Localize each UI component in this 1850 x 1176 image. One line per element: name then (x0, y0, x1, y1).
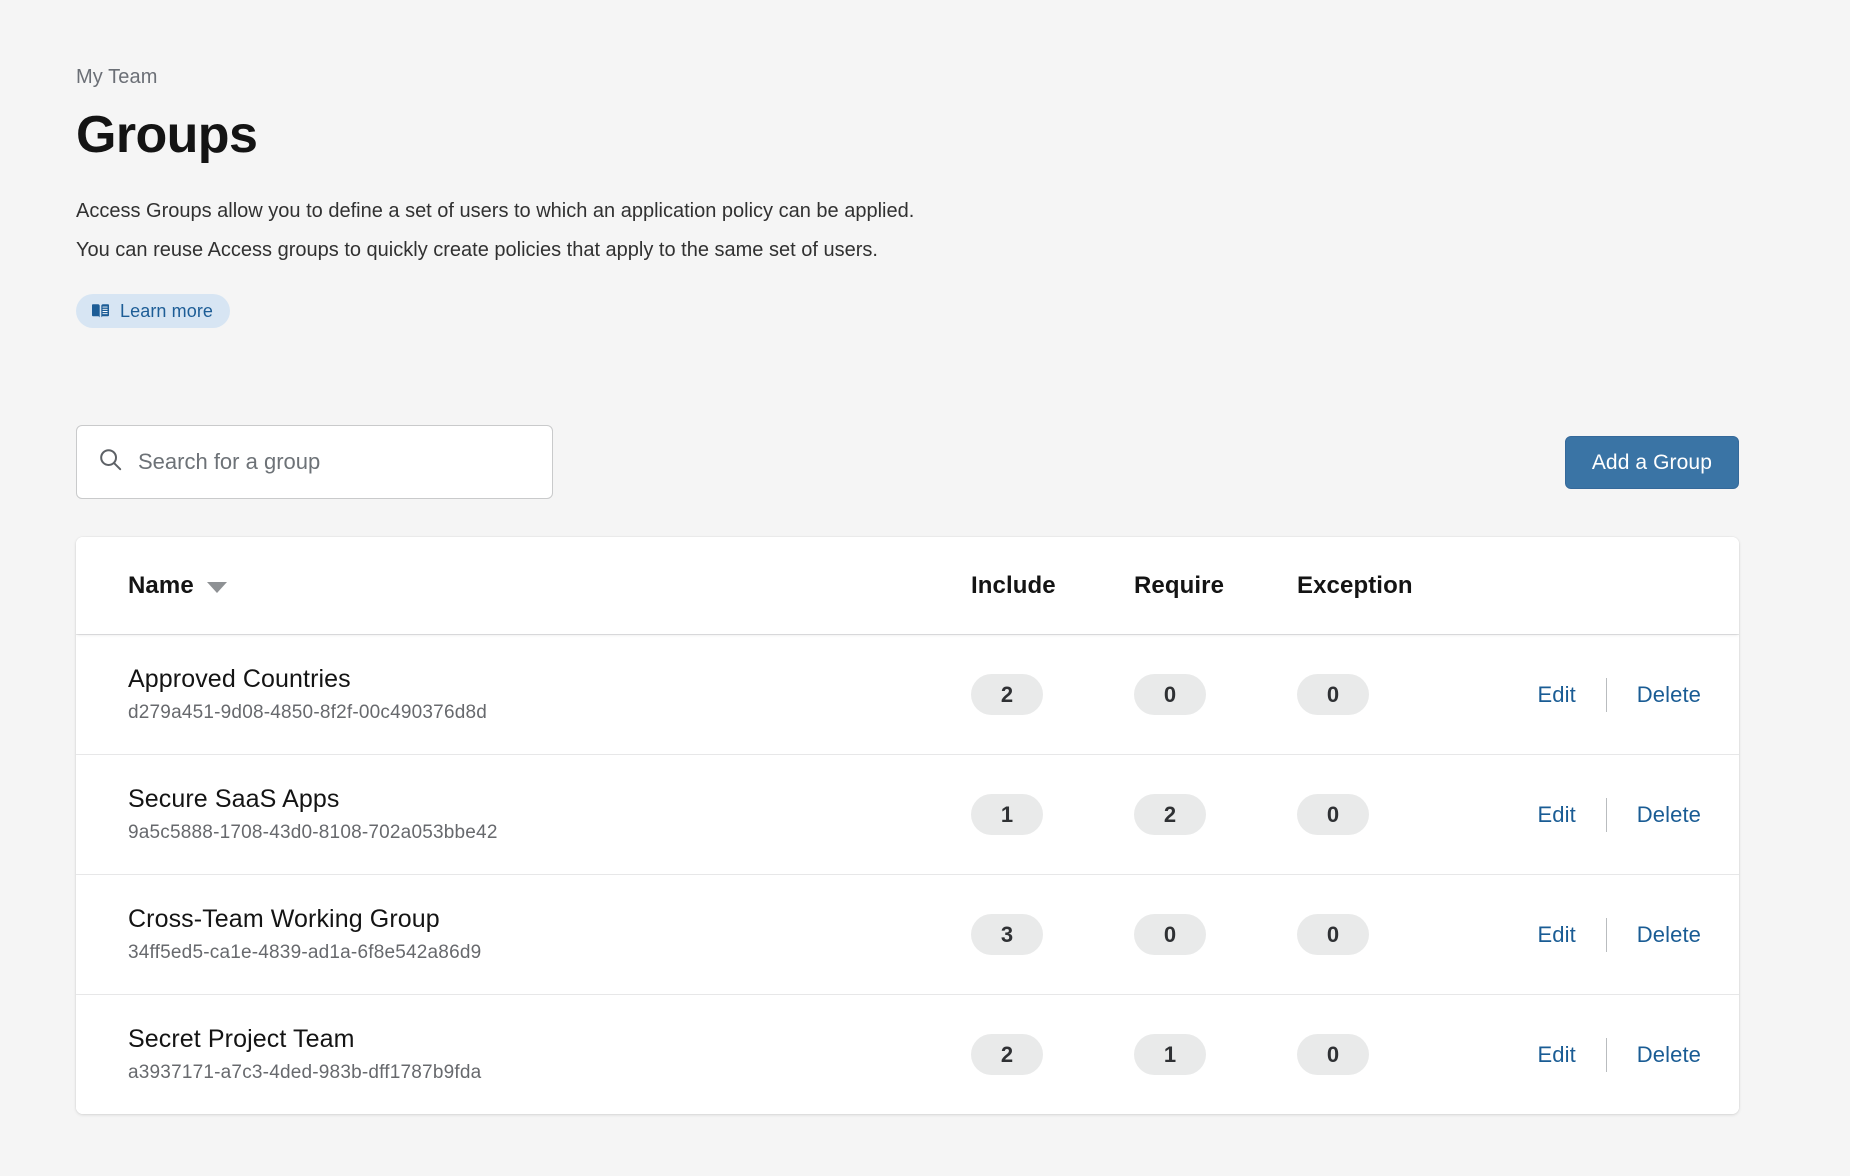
include-badge: 3 (971, 914, 1043, 955)
include-badge: 2 (971, 674, 1043, 715)
require-badge: 0 (1134, 674, 1206, 715)
learn-more-button[interactable]: Learn more (76, 294, 230, 328)
exception-badge: 0 (1297, 794, 1369, 835)
group-name: Approved Countries (128, 664, 971, 694)
page-title: Groups (76, 104, 1476, 166)
row-actions: Edit Delete (1497, 918, 1739, 952)
column-header-require: Require (1134, 572, 1297, 600)
groups-table: Name Include Require Exception Approved … (76, 537, 1739, 1114)
caret-down-icon[interactable] (207, 582, 227, 593)
exception-badge: 0 (1297, 674, 1369, 715)
include-cell: 2 (971, 674, 1134, 715)
breadcrumb: My Team (76, 64, 1476, 90)
search-box[interactable] (76, 425, 553, 499)
group-uuid: a3937171-a7c3-4ded-983b-dff1787b9fda (128, 1061, 971, 1085)
table-row[interactable]: Secure SaaS Apps 9a5c5888-1708-43d0-8108… (76, 754, 1739, 874)
exception-cell: 0 (1297, 674, 1497, 715)
delete-link[interactable]: Delete (1607, 1042, 1701, 1068)
exception-cell: 0 (1297, 794, 1497, 835)
edit-link[interactable]: Edit (1537, 922, 1605, 948)
edit-link[interactable]: Edit (1537, 1042, 1605, 1068)
open-book-icon (91, 303, 110, 320)
add-a-group-button[interactable]: Add a Group (1565, 436, 1739, 489)
group-name: Cross-Team Working Group (128, 904, 971, 934)
include-badge: 1 (971, 794, 1043, 835)
search-input[interactable] (138, 426, 534, 498)
table-row[interactable]: Cross-Team Working Group 34ff5ed5-ca1e-4… (76, 874, 1739, 994)
edit-link[interactable]: Edit (1537, 802, 1605, 828)
exception-cell: 0 (1297, 914, 1497, 955)
delete-link[interactable]: Delete (1607, 682, 1701, 708)
group-name-cell: Secret Project Team a3937171-a7c3-4ded-9… (76, 1024, 971, 1085)
row-actions: Edit Delete (1497, 798, 1739, 832)
include-cell: 1 (971, 794, 1134, 835)
group-name-cell: Cross-Team Working Group 34ff5ed5-ca1e-4… (76, 904, 971, 965)
exception-badge: 0 (1297, 914, 1369, 955)
description-line-1: Access Groups allow you to define a set … (76, 192, 1476, 231)
group-uuid: 34ff5ed5-ca1e-4839-ad1a-6f8e542a86d9 (128, 941, 971, 965)
table-row[interactable]: Secret Project Team a3937171-a7c3-4ded-9… (76, 994, 1739, 1114)
group-name: Secure SaaS Apps (128, 784, 971, 814)
table-header-row: Name Include Require Exception (76, 537, 1739, 634)
table-row[interactable]: Approved Countries d279a451-9d08-4850-8f… (76, 634, 1739, 754)
page-header: My Team Groups Access Groups allow you t… (76, 64, 1476, 328)
require-badge: 1 (1134, 1034, 1206, 1075)
description-line-2: You can reuse Access groups to quickly c… (76, 231, 1476, 270)
require-badge: 2 (1134, 794, 1206, 835)
delete-link[interactable]: Delete (1607, 922, 1701, 948)
column-header-name[interactable]: Name (76, 572, 971, 600)
group-name: Secret Project Team (128, 1024, 971, 1054)
edit-link[interactable]: Edit (1537, 682, 1605, 708)
toolbar: Add a Group (76, 425, 1739, 499)
include-badge: 2 (971, 1034, 1043, 1075)
column-header-exception: Exception (1297, 572, 1497, 600)
groups-page: My Team Groups Access Groups allow you t… (0, 0, 1850, 1176)
row-actions: Edit Delete (1497, 1038, 1739, 1072)
include-cell: 2 (971, 1034, 1134, 1075)
search-icon (99, 448, 122, 476)
learn-more-label: Learn more (120, 301, 213, 321)
group-uuid: 9a5c5888-1708-43d0-8108-702a053bbe42 (128, 821, 971, 845)
exception-badge: 0 (1297, 1034, 1369, 1075)
delete-link[interactable]: Delete (1607, 802, 1701, 828)
require-cell: 2 (1134, 794, 1297, 835)
require-cell: 0 (1134, 674, 1297, 715)
column-header-name-label: Name (128, 572, 194, 600)
row-actions: Edit Delete (1497, 678, 1739, 712)
column-header-include: Include (971, 572, 1134, 600)
page-description: Access Groups allow you to define a set … (76, 192, 1476, 270)
require-badge: 0 (1134, 914, 1206, 955)
group-uuid: d279a451-9d08-4850-8f2f-00c490376d8d (128, 701, 971, 725)
require-cell: 0 (1134, 914, 1297, 955)
include-cell: 3 (971, 914, 1134, 955)
group-name-cell: Approved Countries d279a451-9d08-4850-8f… (76, 664, 971, 725)
exception-cell: 0 (1297, 1034, 1497, 1075)
require-cell: 1 (1134, 1034, 1297, 1075)
group-name-cell: Secure SaaS Apps 9a5c5888-1708-43d0-8108… (76, 784, 971, 845)
